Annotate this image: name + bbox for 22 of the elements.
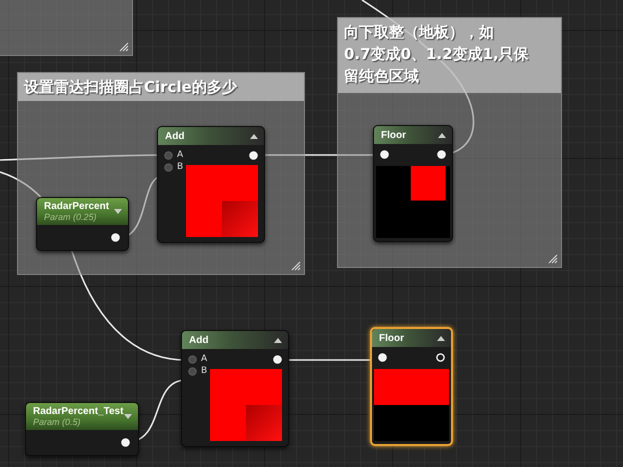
- node-title: Add: [189, 334, 208, 346]
- graph-node[interactable]: Floor: [370, 327, 453, 446]
- graph-node[interactable]: RadarPercent Param (0.25): [36, 197, 129, 251]
- comment-line: 向下取整（地板），如: [344, 22, 495, 43]
- node-subtitle: Param (0.5): [33, 417, 82, 427]
- node-subtitle: Param (0.25): [44, 212, 98, 222]
- node-title: Floor: [379, 332, 404, 344]
- pin-label: B: [201, 366, 208, 376]
- comment-title: 设置雷达扫描圈占Circle的多少: [24, 77, 238, 98]
- comment-line: 留纯色区域: [344, 66, 420, 87]
- node-title: RadarPercent: [44, 201, 110, 212]
- node-title: RadarPercent_Test: [33, 406, 124, 417]
- graph-node[interactable]: RadarPercent_Test Param (0.5): [25, 402, 139, 456]
- node-title: Floor: [381, 130, 406, 140]
- pin-label: A: [177, 150, 184, 160]
- pin-label: A: [201, 354, 208, 364]
- graph-node[interactable]: Floor: [373, 125, 453, 242]
- graph-node[interactable]: Add A B: [157, 126, 265, 243]
- pin-label: B: [177, 162, 184, 172]
- comment-line: 0.7变成0、1.2变成1,只保: [344, 44, 530, 65]
- node-title: Add: [165, 130, 184, 142]
- graph-node[interactable]: Add A B: [181, 330, 289, 447]
